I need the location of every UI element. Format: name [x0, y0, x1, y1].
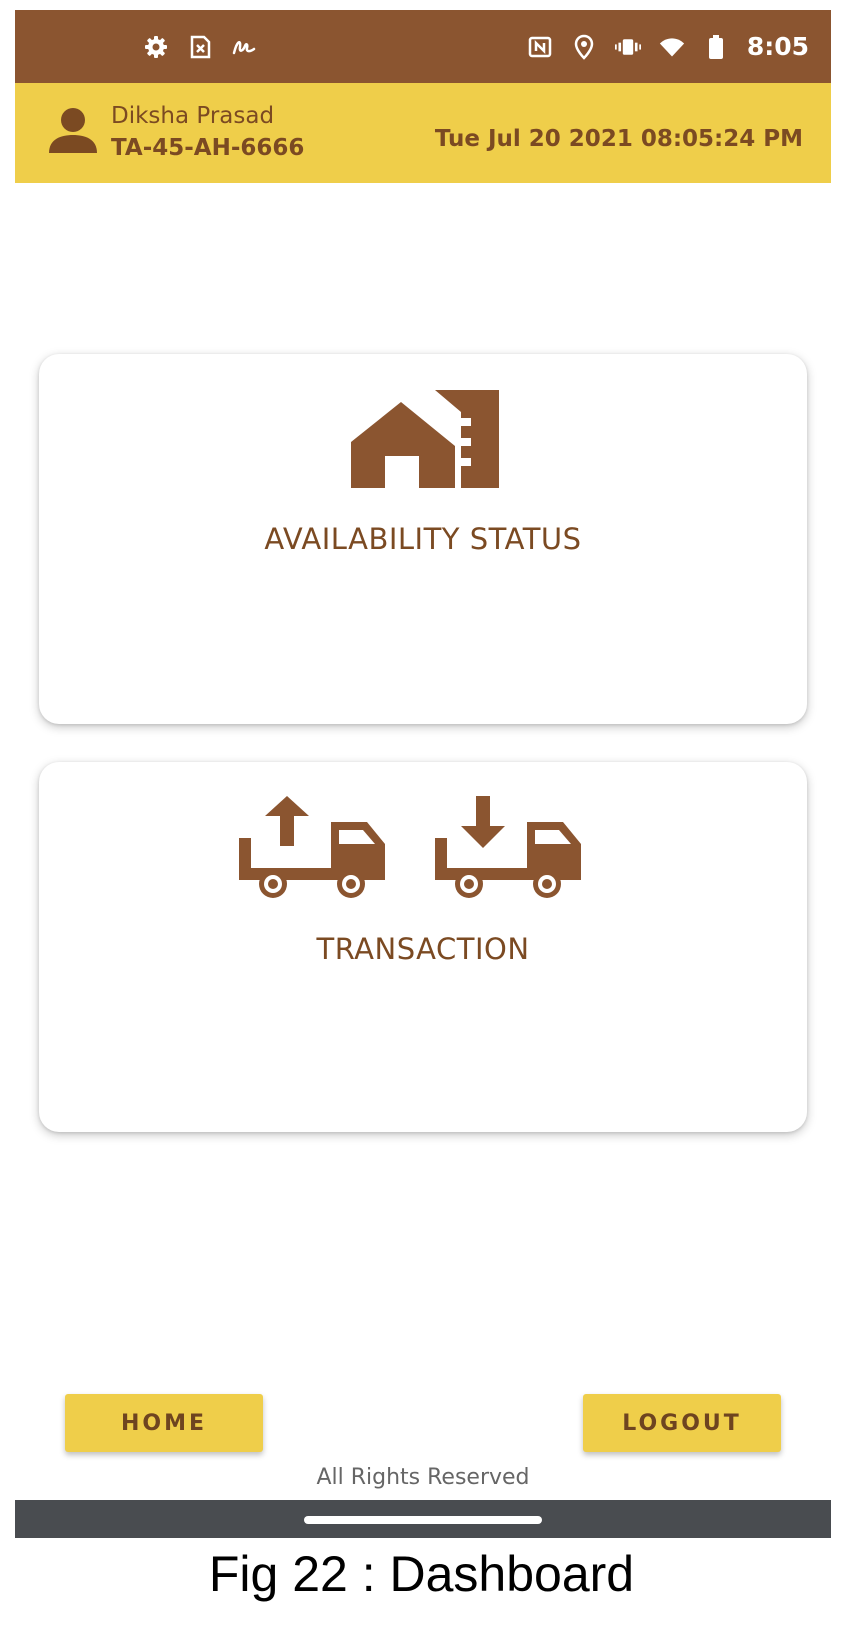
truck-unload-icon [435, 796, 585, 900]
person-icon [45, 103, 101, 159]
status-bar-right: 8:05 [527, 10, 809, 83]
gear-icon [143, 34, 169, 60]
battery-icon [703, 34, 729, 60]
sim-error-icon [187, 34, 213, 60]
transaction-label: TRANSACTION [316, 932, 530, 966]
nfc-icon [527, 34, 553, 60]
vibrate-icon [614, 34, 641, 60]
footer-text: All Rights Reserved [316, 1465, 530, 1490]
phone-screen: 8:05 Diksha Prasad TA-45-AH-6666 Tue Jul… [15, 10, 831, 1538]
wifi-icon [659, 34, 685, 60]
availability-status-label: AVAILABILITY STATUS [264, 522, 582, 556]
availability-status-card[interactable]: AVAILABILITY STATUS [39, 354, 807, 724]
app-header: Diksha Prasad TA-45-AH-6666 Tue Jul 20 2… [15, 83, 831, 183]
header-datetime: Tue Jul 20 2021 08:05:24 PM [434, 126, 803, 152]
user-name: Diksha Prasad [111, 103, 275, 129]
home-button[interactable]: HOME [65, 1394, 263, 1452]
logout-button[interactable]: LOGOUT [583, 1394, 781, 1452]
navigation-bar [15, 1500, 831, 1538]
vehicle-id: TA-45-AH-6666 [111, 135, 305, 161]
truck-load-icon [239, 796, 389, 900]
status-bar-left [143, 10, 257, 83]
signature-icon [231, 34, 257, 60]
home-indicator[interactable] [304, 1516, 542, 1524]
transaction-card[interactable]: TRANSACTION [39, 762, 807, 1132]
status-bar: 8:05 [15, 10, 831, 83]
warehouse-icon [349, 390, 499, 494]
status-time: 8:05 [746, 32, 809, 61]
figure-caption: Fig 22 : Dashboard [208, 1546, 635, 1602]
location-icon [571, 34, 597, 60]
